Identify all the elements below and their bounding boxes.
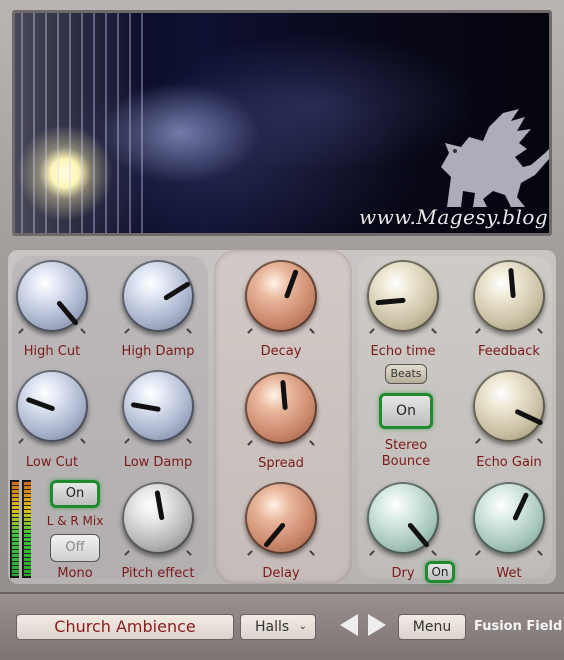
preset-name-field[interactable]: Church Ambience: [16, 614, 234, 640]
label-spread: Spread: [258, 456, 304, 471]
knob-decay[interactable]: [241, 256, 321, 336]
knob-pointer: [280, 379, 288, 411]
knob-pitch-effect[interactable]: [118, 478, 198, 558]
label-lr-mix: L & R Mix: [46, 514, 104, 528]
mono-button[interactable]: Off: [50, 534, 100, 562]
category-label: Halls: [255, 619, 290, 635]
knob-body: [122, 482, 194, 554]
plugin-window: www.Magesy.blog High Cut High Damp Low C…: [0, 0, 564, 660]
knob-pointer: [55, 299, 79, 327]
chevron-down-icon: ⌄: [298, 621, 307, 632]
knob-pointer: [514, 408, 544, 426]
lr-mix-button[interactable]: On: [50, 480, 100, 508]
level-meter-right: [22, 480, 31, 578]
label-stereo: Stereo: [384, 438, 428, 453]
knob-pointer: [263, 521, 287, 549]
knob-delay[interactable]: [241, 478, 321, 558]
griffin-logo-icon: [441, 109, 549, 207]
bottom-bar: Church Ambience Halls ⌄ Menu Fusion Fiel…: [0, 592, 564, 660]
knob-body: [473, 370, 545, 442]
next-preset-icon[interactable]: [368, 614, 386, 636]
brand-label: Fusion Field: [474, 619, 563, 634]
knob-echo-gain[interactable]: [469, 366, 549, 446]
knob-body: [367, 260, 439, 332]
light-glow: [15, 13, 145, 233]
watermark-text: www.Magesy.blog: [359, 205, 549, 229]
knob-high-damp[interactable]: [118, 256, 198, 336]
knob-pointer: [283, 269, 299, 299]
knob-body: [16, 370, 88, 442]
label-pitch-effect: Pitch effect: [121, 566, 195, 581]
knob-low-cut[interactable]: [12, 366, 92, 446]
label-bounce: Bounce: [381, 454, 431, 469]
label-wet: Wet: [496, 566, 522, 581]
label-low-cut: Low Cut: [25, 455, 79, 470]
knob-pointer: [162, 280, 191, 302]
knob-body: [245, 482, 317, 554]
knob-body: [245, 260, 317, 332]
knob-dry[interactable]: [363, 478, 443, 558]
knob-body: [473, 260, 545, 332]
dry-on-button[interactable]: On: [425, 561, 455, 583]
label-echo-gain: Echo Gain: [476, 455, 542, 470]
knob-pointer: [406, 521, 430, 549]
level-meter-left: [10, 480, 19, 578]
control-panel: High Cut High Damp Low Cut Low Damp On L…: [8, 250, 556, 584]
knob-body: [245, 372, 317, 444]
prev-preset-icon[interactable]: [340, 614, 358, 636]
label-echo-time: Echo time: [370, 344, 436, 359]
label-delay: Delay: [262, 566, 300, 581]
knob-pointer: [154, 490, 165, 521]
menu-button[interactable]: Menu: [398, 614, 466, 640]
knob-feedback[interactable]: [469, 256, 549, 336]
stereo-bounce-button[interactable]: On: [379, 393, 433, 429]
knob-pointer: [25, 396, 56, 412]
knob-wet[interactable]: [469, 478, 549, 558]
knob-body: [473, 482, 545, 554]
knob-spread[interactable]: [241, 368, 321, 448]
label-decay: Decay: [260, 344, 302, 359]
beats-button[interactable]: Beats: [385, 364, 427, 384]
header-display: www.Magesy.blog: [12, 10, 552, 236]
label-feedback: Feedback: [478, 344, 540, 359]
knob-pointer: [508, 267, 516, 299]
knob-pointer: [130, 401, 161, 413]
knob-pointer: [512, 491, 530, 522]
knob-body: [122, 370, 194, 442]
knob-body: [367, 482, 439, 554]
knob-pointer: [375, 297, 406, 306]
label-high-cut: High Cut: [23, 344, 81, 359]
knob-echo-time[interactable]: [363, 256, 443, 336]
label-high-damp: High Damp: [121, 344, 195, 359]
label-low-damp: Low Damp: [123, 455, 193, 470]
category-dropdown[interactable]: Halls ⌄: [240, 614, 316, 640]
knob-high-cut[interactable]: [12, 256, 92, 336]
knob-low-damp[interactable]: [118, 366, 198, 446]
knob-body: [16, 260, 88, 332]
knob-body: [122, 260, 194, 332]
